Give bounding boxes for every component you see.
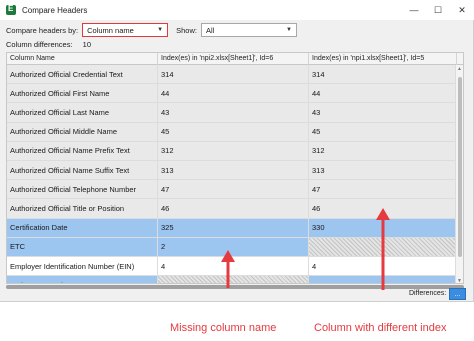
- window-controls: — ☐ ✕: [402, 0, 474, 20]
- chevron-down-icon: ▼: [157, 27, 164, 33]
- compare-by-label: Compare headers by:: [6, 25, 79, 35]
- index-cell-file-b: [309, 237, 457, 256]
- column-name-cell: ETC: [7, 237, 158, 256]
- index-cell-file-b: 4: [309, 257, 457, 276]
- index-cell-file-b: 45: [309, 122, 457, 141]
- index-cell-file-b: 313: [309, 161, 457, 180]
- index-cell-file-a: 44: [158, 84, 309, 103]
- column-name-cell: Authorized Official Last Name: [7, 103, 158, 122]
- column-name-cell: Certification Date: [7, 218, 158, 237]
- chevron-down-icon: ▼: [286, 27, 292, 33]
- window-title: Compare Headers: [22, 5, 88, 15]
- column-name-cell: Authorized Official Credential Text: [7, 65, 158, 84]
- missing-column-annotation: Missing column name: [170, 322, 277, 334]
- column-differences-count: 10: [82, 40, 91, 49]
- column-name-cell: Entity Type Code: [7, 276, 158, 283]
- title-bar: Compare Headers — ☐ ✕: [0, 0, 474, 20]
- index-cell-file-a: 314: [158, 65, 309, 84]
- index-cell-file-a: 4: [158, 257, 309, 276]
- column-header-file-a[interactable]: Index(es) in 'npi2.xlsx[Sheet1]', Id=6: [158, 53, 309, 65]
- column-name-cell: Authorized Official Title or Position: [7, 199, 158, 218]
- index-cell-file-a: 312: [158, 141, 309, 160]
- column-name-cell: Employer Identification Number (EIN): [7, 257, 158, 276]
- index-cell-file-a: 325: [158, 218, 309, 237]
- column-header-file-b[interactable]: Index(es) in 'npi1.xlsx[Sheet1]', Id=5: [309, 53, 457, 65]
- table-row[interactable]: Authorized Official Last Name 43 43: [7, 103, 457, 123]
- headers-table: Column Name Index(es) in 'npi2.xlsx[Shee…: [6, 52, 464, 284]
- toolbar: Compare headers by: Column name ▼ Show: …: [6, 22, 297, 38]
- scroll-down-icon[interactable]: ▼: [457, 278, 462, 283]
- table-header: Column Name Index(es) in 'npi2.xlsx[Shee…: [7, 53, 463, 65]
- index-cell-file-b: 46: [309, 199, 457, 218]
- table-row[interactable]: Employer Identification Number (EIN) 4 4: [7, 257, 457, 277]
- index-cell-file-a: 47: [158, 180, 309, 199]
- column-name-cell: Authorized Official Telephone Number: [7, 180, 158, 199]
- different-index-annotation: Column with different index: [314, 322, 447, 334]
- show-dropdown[interactable]: All ▼: [200, 23, 297, 37]
- table-row[interactable]: Authorized Official First Name 44 44: [7, 84, 457, 104]
- column-name-cell: Authorized Official First Name: [7, 84, 158, 103]
- index-cell-file-a: [158, 276, 309, 283]
- table-row[interactable]: Authorized Official Middle Name 45 45: [7, 122, 457, 142]
- column-name-cell: Authorized Official Name Suffix Text: [7, 161, 158, 180]
- index-cell-file-b: 2: [309, 276, 457, 283]
- minimize-button[interactable]: —: [402, 0, 426, 20]
- table-row[interactable]: Certification Date 325 330: [7, 218, 457, 238]
- close-button[interactable]: ✕: [450, 0, 474, 20]
- index-cell-file-b: 43: [309, 103, 457, 122]
- column-differences-label: Column differences:: [6, 40, 73, 49]
- column-name-cell: Authorized Official Middle Name: [7, 122, 158, 141]
- scrollbar-thumb[interactable]: [458, 77, 462, 257]
- differences-button[interactable]: ...: [449, 288, 466, 300]
- scroll-up-icon[interactable]: ▲: [457, 66, 462, 72]
- index-cell-file-a: 313: [158, 161, 309, 180]
- index-cell-file-b: 44: [309, 84, 457, 103]
- differences-label: Differences:: [409, 290, 447, 297]
- show-label: Show:: [176, 25, 197, 35]
- index-cell-file-a: 45: [158, 122, 309, 141]
- index-cell-file-b: 47: [309, 180, 457, 199]
- index-cell-file-b: 330: [309, 218, 457, 237]
- column-name-cell: Authorized Official Name Prefix Text: [7, 141, 158, 160]
- excel-app-icon: [6, 4, 16, 15]
- compare-by-dropdown[interactable]: Column name ▼: [82, 23, 169, 37]
- compare-headers-window: Compare Headers — ☐ ✕ Compare headers by…: [0, 0, 474, 302]
- index-cell-file-b: 314: [309, 65, 457, 84]
- show-value: All: [205, 25, 215, 35]
- table-row[interactable]: ETC 2: [7, 237, 457, 257]
- table-row[interactable]: Entity Type Code 2: [7, 276, 457, 283]
- table-row[interactable]: Authorized Official Name Prefix Text 312 3…: [7, 141, 457, 161]
- column-header-name[interactable]: Column Name: [7, 53, 158, 65]
- index-cell-file-b: 312: [309, 141, 457, 160]
- vertical-scrollbar[interactable]: ▲ ▼: [455, 65, 463, 283]
- index-cell-file-a: 43: [158, 103, 309, 122]
- footer: Differences: ...: [0, 286, 474, 302]
- maximize-button[interactable]: ☐: [426, 0, 450, 20]
- index-cell-file-a: 46: [158, 199, 309, 218]
- table-row[interactable]: Authorized Official Credential Text 314 31…: [7, 65, 457, 85]
- table-row[interactable]: Authorized Official Telephone Number 47 47: [7, 180, 457, 200]
- column-differences-summary: Column differences: 10: [6, 40, 91, 49]
- table-row[interactable]: Authorized Official Name Suffix Text 313 3…: [7, 161, 457, 181]
- compare-by-value: Column name: [87, 25, 134, 35]
- table-row[interactable]: Authorized Official Title or Position 46 4…: [7, 199, 457, 219]
- index-cell-file-a: 2: [158, 237, 309, 256]
